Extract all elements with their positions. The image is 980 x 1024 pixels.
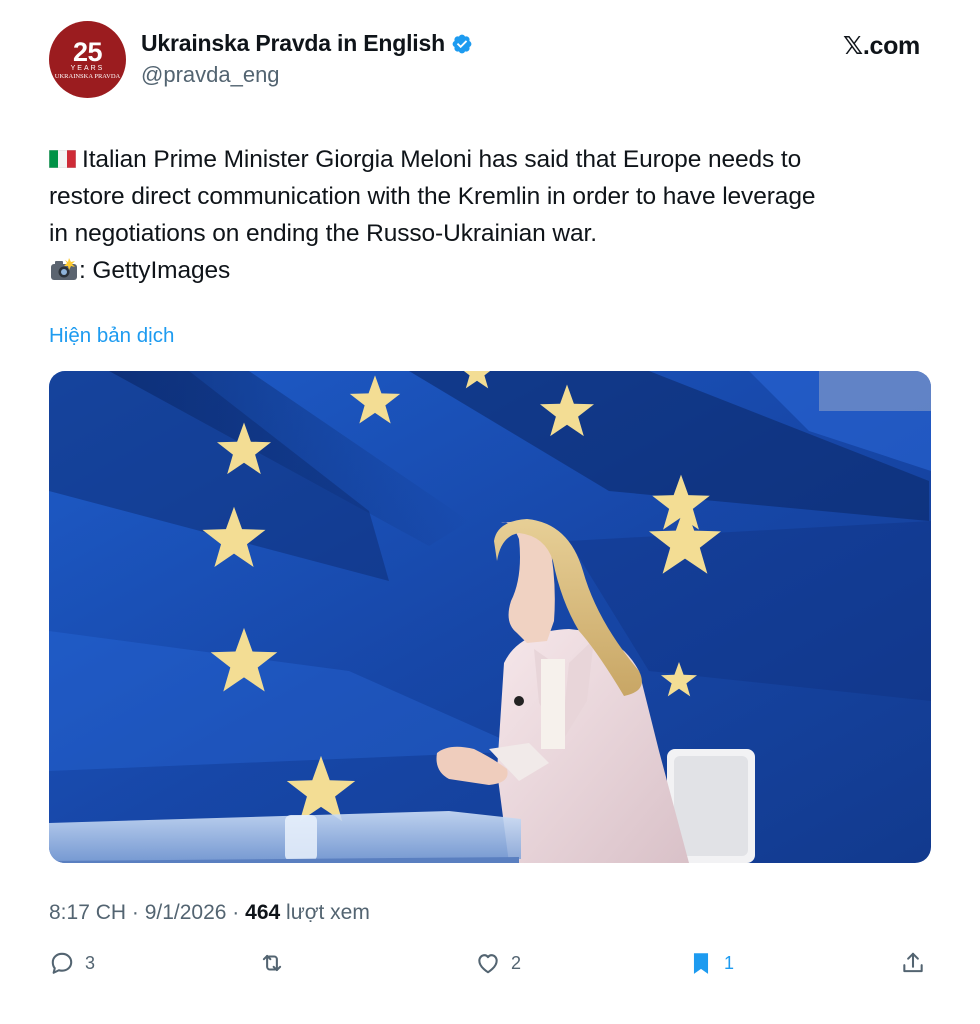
view-label: lượt xem (280, 901, 370, 924)
tweet-line-4: : GettyImages (49, 252, 944, 289)
author-handle[interactable]: @pravda_eng (141, 62, 280, 88)
bookmark-icon (693, 953, 709, 974)
meta-separator: · (126, 901, 145, 924)
avatar-brand: UKRAINSKA PRAVDA (54, 72, 121, 80)
site-label: 𝕏.com (843, 32, 920, 60)
avatar-number: 25 (72, 36, 103, 67)
author-name[interactable]: Ukrainska Pravda in English (141, 30, 445, 57)
tweet-line-4-text: : GettyImages (79, 257, 231, 284)
like-count: 2 (511, 952, 522, 973)
reply-icon (51, 952, 73, 974)
author-row[interactable]: Ukrainska Pravda in English (141, 30, 473, 57)
repost-button[interactable] (259, 950, 285, 976)
reply-button[interactable]: 3 (49, 950, 95, 976)
bookmark-count: 1 (724, 952, 735, 973)
italy-flag-icon (49, 150, 76, 168)
reply-count: 3 (85, 952, 96, 973)
tweet-time[interactable]: 8:17 CH (49, 901, 126, 924)
meta-separator: · (226, 901, 246, 924)
share-icon (903, 952, 923, 973)
tweet-text: Italian Prime Minister Giorgia Meloni ha… (49, 141, 944, 289)
translate-link[interactable]: Hiện bản dịch (49, 324, 174, 348)
tweet-line-1: Italian Prime Minister Giorgia Meloni ha… (49, 141, 944, 178)
camera-flash-icon (51, 258, 77, 280)
heart-icon (478, 954, 498, 974)
avatar-years: YEARS (70, 64, 105, 72)
photo-meloni-eu-flag (49, 371, 931, 863)
action-bar: 3 2 1 (0, 950, 980, 990)
bookmark-button[interactable]: 1 (688, 950, 734, 976)
tweet-line-2: restore direct communication with the Kr… (49, 183, 816, 210)
tweet-line-1-text: Italian Prime Minister Giorgia Meloni ha… (82, 146, 802, 173)
avatar[interactable]: 25 YEARS UKRAINSKA PRAVDA (49, 21, 126, 98)
repost-icon (262, 954, 282, 972)
tweet-date[interactable]: 9/1/2026 (145, 901, 227, 924)
like-button[interactable]: 2 (475, 950, 521, 976)
share-button[interactable] (900, 950, 926, 976)
tweet-line-3: in negotiations on ending the Russo-Ukra… (49, 220, 597, 247)
view-count: 464 (245, 901, 281, 924)
tweet-photo[interactable] (49, 371, 931, 863)
verified-badge-icon (452, 34, 472, 53)
tweet-meta: 8:17 CH · 9/1/2026 · 464 lượt xem (49, 901, 370, 925)
